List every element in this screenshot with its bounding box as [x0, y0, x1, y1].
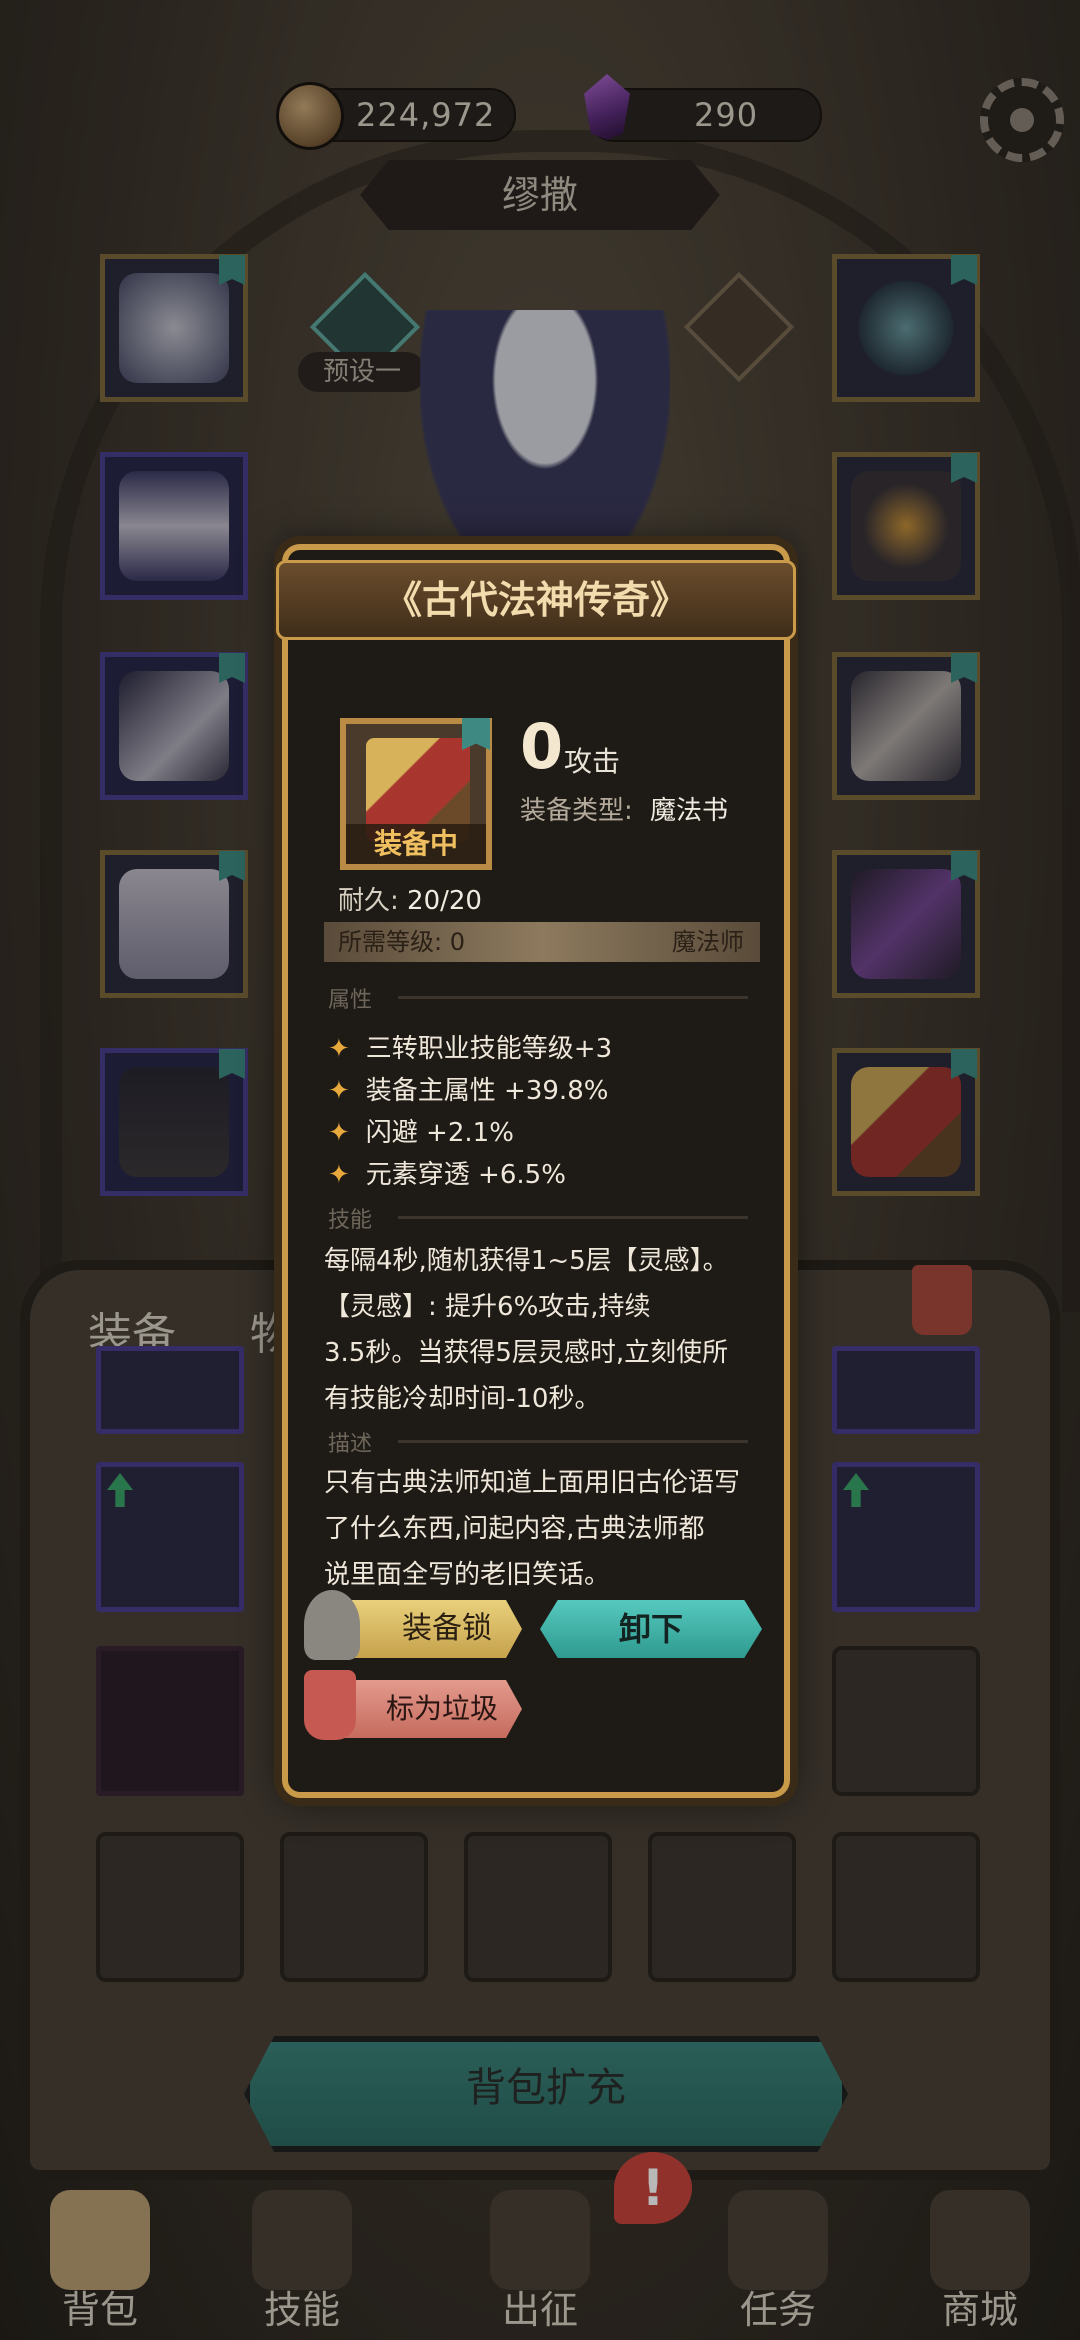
slot-tag-icon — [462, 718, 490, 750]
attribute-line: ✦ 装备主属性 +39.8% — [328, 1070, 608, 1107]
item-icon-frame: 装备中 — [340, 718, 492, 870]
item-title: 《古代法神传奇》 — [276, 560, 796, 640]
durability-value: 20/20 — [407, 886, 482, 916]
durability-label: 耐久: — [338, 886, 399, 916]
attack-label: 攻击 — [564, 745, 621, 778]
required-class: 魔法师 — [672, 928, 744, 956]
junk-bin-icon — [304, 1670, 356, 1740]
required-level: 所需等级: 0 — [338, 928, 465, 956]
attribute-text: 元素穿透 +6.5% — [365, 1160, 566, 1190]
attribute-text: 三转职业技能等级+3 — [365, 1034, 613, 1064]
star-icon: ✦ — [328, 1076, 350, 1106]
desc-line: 只有古典法师知道上面用旧古伦语写 — [324, 1468, 741, 1498]
flavor-description: 只有古典法师知道上面用旧古伦语写 了什么东西,问起内容,古典法师都 说里面全写的… — [324, 1460, 764, 1598]
attack-value: 0 — [520, 710, 564, 783]
desc-line: 了什么东西,问起内容,古典法师都 — [324, 1514, 705, 1544]
skill-line: 【灵感】: 提升6%攻击,持续 — [324, 1292, 651, 1322]
skill-line: 有技能冷却时间-10秒。 — [324, 1384, 601, 1414]
attribute-line: ✦ 闪避 +2.1% — [328, 1112, 514, 1149]
star-icon: ✦ — [328, 1160, 350, 1190]
item-detail-popup: 《古代法神传奇》 装备中 0 攻击 装备类型: 魔法书 耐久: 20/20 所需… — [276, 544, 796, 1798]
skill-description: 每隔4秒,随机获得1~5层【灵感】。 【灵感】: 提升6%攻击,持续 3.5秒。… — [324, 1238, 764, 1422]
requirement-bar: 所需等级: 0 魔法师 — [324, 922, 760, 962]
attribute-text: 闪避 +2.1% — [365, 1118, 514, 1148]
unequip-button[interactable]: 卸下 — [540, 1600, 762, 1658]
star-icon: ✦ — [328, 1034, 350, 1064]
section-divider — [398, 1440, 748, 1443]
section-desc-title: 描述 — [328, 1432, 373, 1457]
section-attributes-title: 属性 — [328, 988, 373, 1013]
equip-type-value: 魔法书 — [650, 796, 729, 826]
durability: 耐久: 20/20 — [338, 880, 482, 917]
skill-line: 3.5秒。当获得5层灵感时,立刻使所 — [324, 1338, 729, 1368]
section-divider — [398, 1216, 748, 1219]
attribute-line: ✦ 三转职业技能等级+3 — [328, 1028, 612, 1065]
section-divider — [398, 996, 748, 999]
attribute-line: ✦ 元素穿透 +6.5% — [328, 1154, 566, 1191]
star-icon: ✦ — [328, 1118, 350, 1148]
section-skill-title: 技能 — [328, 1208, 373, 1233]
skill-line: 每隔4秒,随机获得1~5层【灵感】。 — [324, 1246, 729, 1276]
equipped-badge: 装备中 — [346, 824, 486, 864]
desc-line: 说里面全写的老旧笑话。 — [324, 1560, 611, 1590]
lock-icon — [304, 1590, 360, 1660]
attribute-text: 装备主属性 +39.8% — [365, 1076, 609, 1106]
equip-type-label: 装备类型: — [520, 796, 633, 826]
